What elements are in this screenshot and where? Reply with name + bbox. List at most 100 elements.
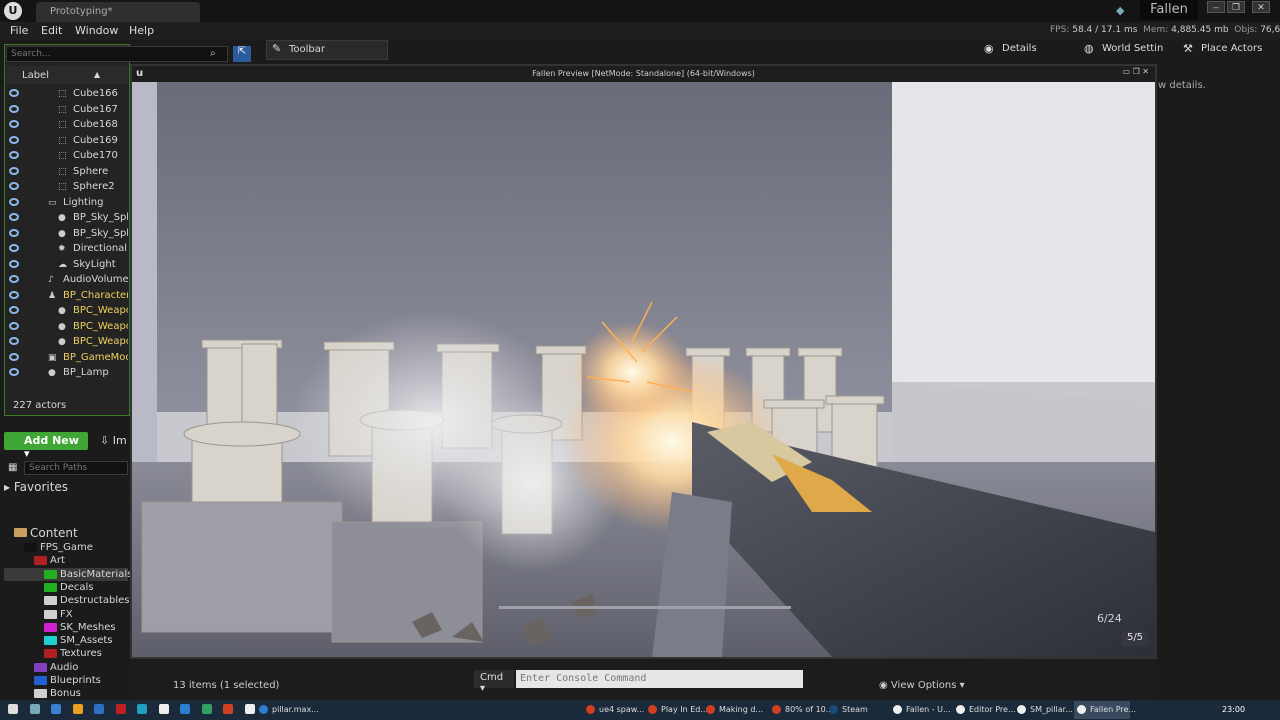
visibility-eye-icon[interactable]	[9, 120, 19, 128]
outliner-row[interactable]: ⬚ Cube167	[6, 103, 128, 118]
taskbar-window[interactable]: ue4 spaw...	[583, 701, 644, 719]
visibility-eye-icon[interactable]	[9, 197, 19, 206]
outliner-row[interactable]: ● BPC_Weapo	[6, 320, 128, 335]
outliner-row[interactable]: ☁ SkyLight	[6, 258, 128, 273]
toolbar-tab[interactable]: Toolbar	[266, 40, 388, 60]
visibility-eye-icon[interactable]	[9, 352, 19, 361]
menu-file[interactable]: File	[10, 24, 28, 37]
visibility-eye-icon[interactable]	[9, 104, 19, 113]
add-new-button[interactable]: Add New ▾	[4, 432, 88, 460]
visibility-eye-icon[interactable]	[9, 337, 19, 345]
taskbar-window[interactable]: 80% of 10...	[769, 701, 833, 719]
content-folder[interactable]: FPS_Game	[4, 541, 128, 554]
import-button[interactable]: ⇩ Im	[100, 434, 127, 447]
taskbar-window-label: Fallen Pre...	[1090, 705, 1137, 714]
search-icon[interactable]: ⌕	[210, 48, 216, 59]
visibility-eye-icon[interactable]	[9, 321, 19, 330]
content-folder[interactable]: Art	[4, 554, 128, 567]
visibility-eye-icon[interactable]	[9, 275, 19, 283]
tab-details[interactable]: ◉ Details	[984, 40, 1076, 58]
content-folder[interactable]: BasicMaterials	[4, 567, 132, 581]
visibility-eye-icon[interactable]	[9, 89, 19, 97]
taskbar-window[interactable]: SM_pillar...	[1014, 701, 1073, 719]
taskbar-window[interactable]: Making d...	[703, 701, 765, 719]
content-folder[interactable]: Destructables	[4, 594, 129, 607]
taskbar-window[interactable]: Steam	[826, 701, 882, 719]
content-folder[interactable]: Blueprints	[4, 674, 128, 687]
taskbar-app-icon[interactable]	[8, 704, 18, 714]
content-folder[interactable]: Content	[4, 526, 128, 540]
outliner-row[interactable]: ● BP_Sky_Sph	[6, 227, 128, 242]
tab-place-actors[interactable]: ⚒ Place Actors	[1183, 40, 1275, 58]
taskbar-app-icon[interactable]	[29, 704, 40, 714]
outliner-row[interactable]: ⬚ Cube169	[6, 134, 128, 149]
outliner-row[interactable]: ● BPC_Weapo	[6, 335, 128, 350]
label-column-header[interactable]: Label ▲	[6, 66, 128, 84]
outliner-row[interactable]: ⬚ Cube168	[6, 118, 128, 133]
visibility-eye-icon[interactable]	[9, 290, 19, 299]
view-options-button[interactable]: ◉ View Options ▾	[879, 680, 965, 691]
visibility-eye-icon[interactable]	[9, 259, 19, 268]
content-folder[interactable]: SM_Assets	[4, 634, 128, 647]
outliner-row[interactable]: ▭ Lighting	[6, 196, 128, 211]
outliner-row[interactable]: ✹ DirectionalL	[6, 242, 128, 257]
cmd-dropdown[interactable]: Cmd ▾	[474, 670, 514, 694]
taskbar-app-icon[interactable]	[223, 704, 233, 714]
taskbar-app-icon[interactable]	[137, 704, 147, 714]
content-folder[interactable]: FX	[4, 608, 128, 621]
outliner-search-input[interactable]: Search...	[6, 46, 228, 62]
outliner-row[interactable]: ⬚ Sphere	[6, 165, 128, 180]
console-input[interactable]: Enter Console Command	[516, 670, 803, 688]
visibility-eye-icon[interactable]	[9, 151, 19, 159]
outliner-row[interactable]: ⬚ Cube170	[6, 149, 128, 164]
visibility-eye-icon[interactable]	[9, 228, 19, 237]
visibility-eye-icon[interactable]	[9, 368, 19, 376]
outliner-row[interactable]: ♟ BP_CharacterE	[6, 289, 128, 304]
taskbar-window[interactable]: Fallen - U...	[890, 701, 951, 719]
taskbar-app-icon[interactable]	[94, 704, 104, 714]
game-scene[interactable]	[132, 82, 1155, 657]
pin-icon[interactable]: ⇱	[233, 46, 251, 62]
minimize-button[interactable]: ‒	[1207, 1, 1225, 13]
visibility-eye-icon[interactable]	[9, 182, 19, 190]
favorites-section[interactable]: ▸ Favorites	[4, 480, 68, 494]
visibility-eye-icon[interactable]	[9, 306, 19, 314]
visibility-eye-icon[interactable]	[9, 135, 19, 144]
taskbar-app-icon[interactable]	[115, 704, 126, 714]
outliner-row[interactable]: ● BP_Sky_Sph	[6, 211, 128, 226]
outliner-row[interactable]: ▣ BP_GameMod	[6, 351, 128, 366]
taskbar-app-icon[interactable]	[72, 704, 83, 714]
taskbar-app-icon[interactable]	[158, 704, 169, 714]
preview-window-controls[interactable]: ▭ ❐ ✕	[1097, 67, 1149, 79]
taskbar-app-icon[interactable]	[51, 704, 61, 714]
taskbar-window[interactable]: Play In Ed...	[645, 701, 708, 719]
visibility-eye-icon[interactable]	[9, 166, 19, 175]
taskbar-app-icon[interactable]	[201, 704, 212, 714]
menu-edit[interactable]: Edit	[41, 24, 62, 37]
taskbar-app-icon[interactable]	[244, 704, 255, 714]
outliner-row[interactable]: ♪ AudioVolume	[6, 273, 128, 288]
game-preview-window[interactable]: Fallen Preview [NetMode: Standalone] (64…	[130, 64, 1157, 659]
content-folder[interactable]: Textures	[4, 647, 128, 660]
taskbar-window[interactable]: Fallen Pre...	[1074, 701, 1136, 719]
outliner-row[interactable]: ⬚ Cube166	[6, 87, 128, 102]
close-button[interactable]: ✕	[1252, 1, 1270, 13]
visibility-eye-icon[interactable]	[9, 213, 19, 221]
visibility-eye-icon[interactable]	[9, 244, 19, 252]
content-folder[interactable]: Decals	[4, 581, 128, 594]
menu-window[interactable]: Window	[75, 24, 118, 37]
outliner-row[interactable]: ⬚ Sphere2	[6, 180, 128, 195]
outliner-row[interactable]: ● BPC_Weapo	[6, 304, 128, 319]
taskbar-window[interactable]: pillar.max...	[256, 701, 326, 719]
taskbar-window[interactable]: Editor Pre...	[953, 701, 1016, 719]
menu-help[interactable]: Help	[129, 24, 154, 37]
taskbar-app-icon[interactable]	[180, 704, 190, 714]
maximize-button[interactable]: ❐	[1227, 1, 1245, 13]
content-folder[interactable]: Audio	[4, 661, 128, 674]
outliner-row[interactable]: ● BP_Lamp	[6, 366, 128, 381]
content-folder[interactable]: Bonus	[4, 687, 128, 700]
tab-world-settings[interactable]: ◍ World Settin	[1084, 40, 1176, 58]
content-folder[interactable]: SK_Meshes	[4, 621, 128, 634]
search-paths-input[interactable]: Search Paths	[24, 461, 128, 475]
project-tab[interactable]: Prototyping*	[36, 2, 200, 22]
